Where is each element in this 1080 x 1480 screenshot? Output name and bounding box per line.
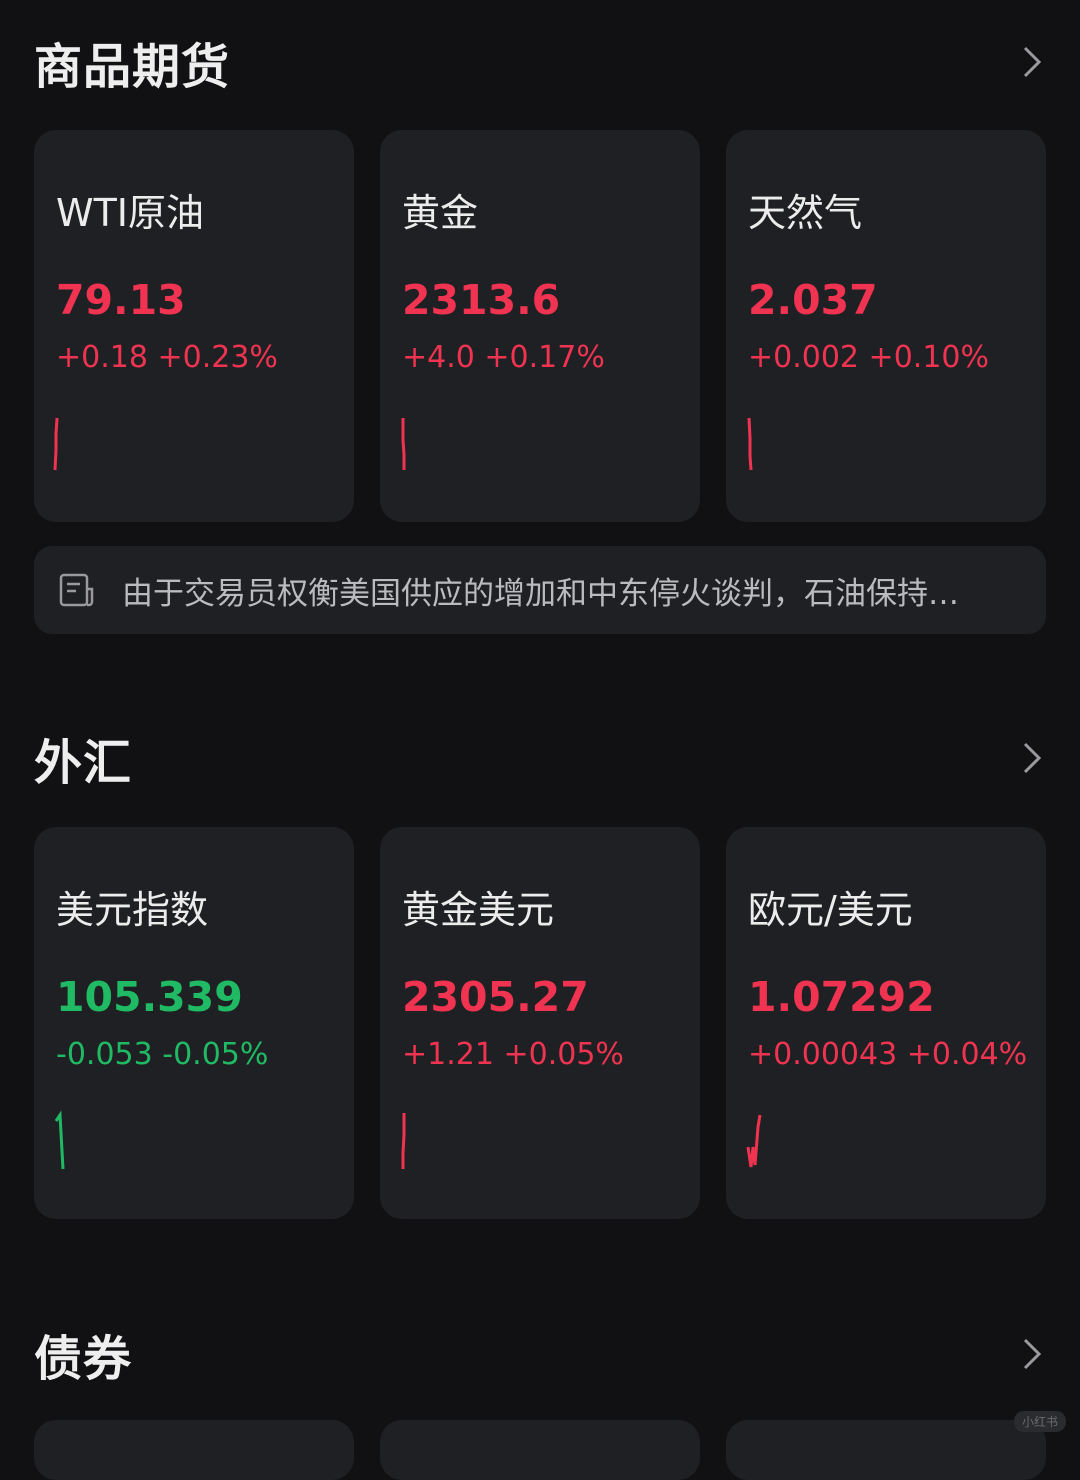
sparkline <box>53 417 59 471</box>
quote-change: -0.053 -0.05% <box>56 1037 269 1072</box>
sparkline <box>747 417 753 471</box>
quote-name: 天然气 <box>748 191 863 235</box>
quote-name: 美元指数 <box>56 888 209 932</box>
sparkline <box>746 1114 762 1168</box>
sparkline <box>401 1113 406 1169</box>
quote-change: +0.002 +0.10% <box>748 340 989 375</box>
quote-price: 1.07292 <box>748 973 935 1021</box>
commodities-header[interactable]: 商品期货 <box>34 32 1046 95</box>
quote-change: +1.21 +0.05% <box>402 1037 624 1072</box>
quote-card-natural-gas[interactable]: 天然气 2.037 +0.002 +0.10% <box>726 130 1046 522</box>
quote-change: +0.18 +0.23% <box>56 340 278 375</box>
sparkline <box>401 418 406 470</box>
quote-card-gold-usd[interactable]: 黄金美元 2305.27 +1.21 +0.05% <box>380 827 700 1219</box>
bond-card[interactable] <box>726 1420 1046 1480</box>
bond-card[interactable] <box>34 1420 354 1480</box>
commodities-news-bar[interactable]: 由于交易员权衡美国供应的增加和中东停火谈判，石油保持… <box>34 546 1046 634</box>
quote-card-eur-usd[interactable]: 欧元/美元 1.07292 +0.00043 +0.04% <box>726 827 1046 1219</box>
bond-card[interactable] <box>380 1420 700 1480</box>
quote-name: 黄金美元 <box>402 888 555 932</box>
sparkline <box>54 1110 65 1170</box>
quote-card-gold[interactable]: 黄金 2313.6 +4.0 +0.17% <box>380 130 700 522</box>
bonds-header[interactable]: 债券 <box>34 1324 1046 1387</box>
quote-price: 79.13 <box>56 276 186 324</box>
quote-change: +0.00043 +0.04% <box>748 1037 1028 1072</box>
forex-header[interactable]: 外汇 <box>34 728 1046 791</box>
commodities-cards: WTI原油 79.13 +0.18 +0.23% 黄金 2313.6 +4.0 … <box>34 130 1046 522</box>
quote-price: 2.037 <box>748 276 878 324</box>
chevron-right-icon[interactable] <box>1018 1334 1046 1374</box>
quote-name: WTI原油 <box>56 191 204 235</box>
news-icon <box>59 573 94 607</box>
chevron-right-icon[interactable] <box>1018 738 1046 778</box>
quote-price: 105.339 <box>56 973 243 1021</box>
chevron-right-icon[interactable] <box>1018 42 1046 82</box>
quote-price: 2305.27 <box>402 973 589 1021</box>
watermark: 小红书 <box>1013 1411 1066 1432</box>
commodities-title: 商品期货 <box>34 39 231 95</box>
news-headline: 由于交易员权衡美国供应的增加和中东停火谈判，石油保持… <box>122 575 959 612</box>
quote-card-wti[interactable]: WTI原油 79.13 +0.18 +0.23% <box>34 130 354 522</box>
quote-price: 2313.6 <box>402 276 561 324</box>
quote-name: 欧元/美元 <box>748 888 913 932</box>
forex-title: 外汇 <box>34 735 133 791</box>
forex-cards: 美元指数 105.339 -0.053 -0.05% 黄金美元 2305.27 … <box>34 827 1046 1219</box>
quote-card-dollar-index[interactable]: 美元指数 105.339 -0.053 -0.05% <box>34 827 354 1219</box>
quote-change: +4.0 +0.17% <box>402 340 605 375</box>
bonds-title: 债券 <box>34 1331 133 1387</box>
quote-name: 黄金 <box>402 191 479 235</box>
